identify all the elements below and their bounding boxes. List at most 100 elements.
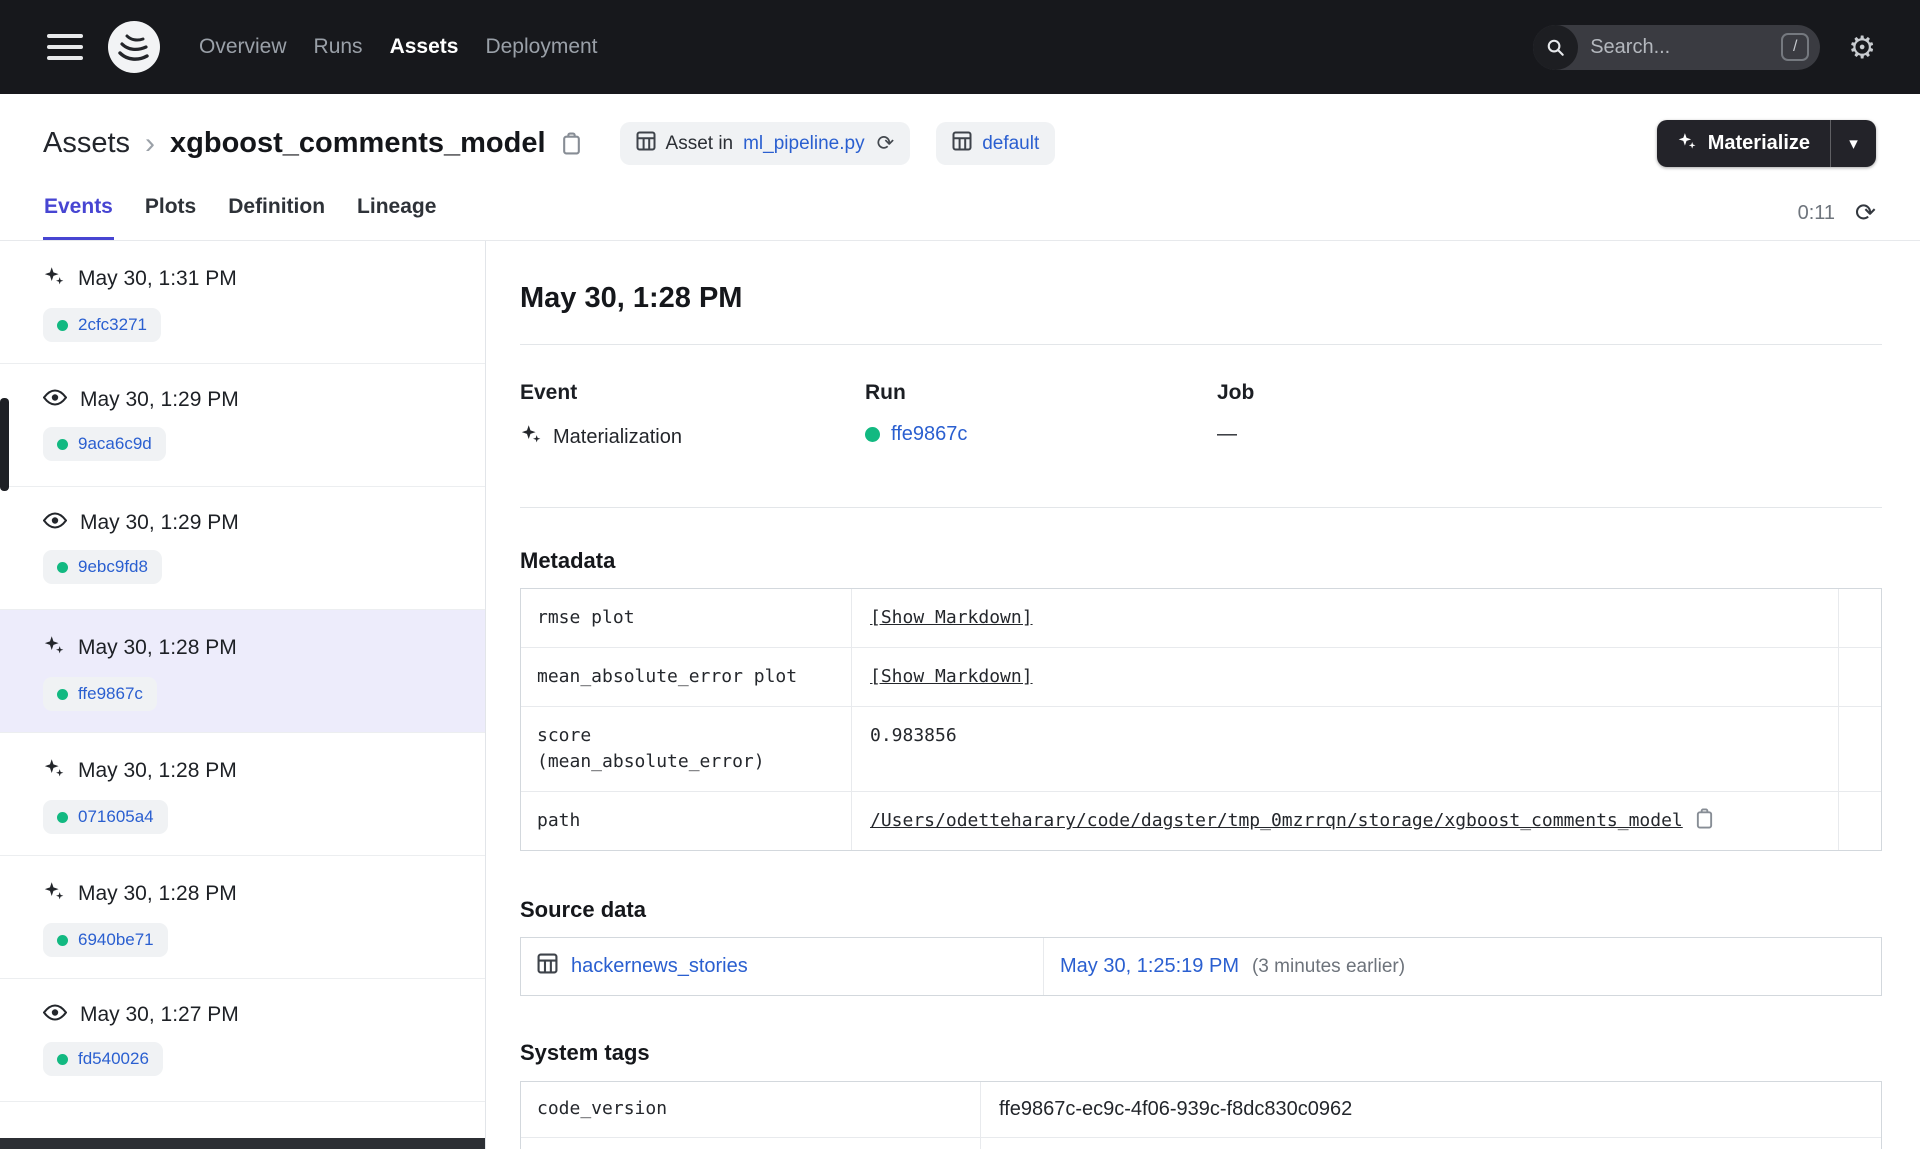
page-title: xgboost_comments_model [170,127,546,159]
run-id-link[interactable]: 2cfc3271 [78,315,147,335]
event-label: Event [520,381,578,404]
event-list-item[interactable]: May 30, 1:28 PM 071605a4 [0,733,485,856]
chevron-down-icon: ▾ [1849,133,1858,153]
run-link-chip[interactable]: ffe9867c [43,677,157,711]
tag-value: ffe9867c-ec9c-4f06-939c-f8dc830c0962 [999,1098,1353,1121]
tab-lineage[interactable]: Lineage [356,195,437,240]
horizontal-scrollbar[interactable] [0,1138,485,1149]
dagster-logo[interactable] [107,20,161,74]
search-icon[interactable] [1533,24,1579,70]
nav-item-assets[interactable]: Assets [390,35,459,59]
table-row: path /Users/odetteharary/code/dagster/tm… [521,792,1881,851]
materialize-sparkle-icon [1677,131,1697,157]
materialization-sparkle-icon [43,757,65,785]
run-status-dot [57,561,68,573]
run-link-chip[interactable]: 2cfc3271 [43,308,161,342]
show-markdown-link[interactable]: [Show Markdown] [870,664,1033,690]
event-detail-panel: May 30, 1:28 PM Event Materialization Ru… [486,241,1920,1149]
tab-plots[interactable]: Plots [144,195,197,240]
event-list-item[interactable]: May 30, 1:29 PM 9ebc9fd8 [0,487,485,610]
search-shortcut-key: / [1781,33,1810,61]
event-list-item[interactable]: May 30, 1:29 PM 9aca6c9d [0,364,485,487]
run-link-chip[interactable]: 071605a4 [43,800,168,834]
breadcrumb-separator: › [145,126,156,160]
event-list-item-selected[interactable]: May 30, 1:28 PM ffe9867c [0,610,485,733]
job-label: Job [1217,381,1255,404]
materialize-dropdown-button[interactable]: ▾ [1830,120,1876,167]
primary-nav: Overview Runs Assets Deployment [199,35,598,59]
show-markdown-link[interactable]: [Show Markdown] [870,605,1033,631]
run-link-chip[interactable]: 9aca6c9d [43,427,166,461]
run-id-link[interactable]: fd540026 [78,1049,149,1069]
run-link-chip[interactable]: 6940be71 [43,923,168,957]
materialize-button[interactable]: Materialize [1656,120,1830,167]
group-grid-icon [952,131,972,157]
divider [520,507,1882,508]
asset-group-chip[interactable]: default [936,122,1056,165]
tab-events[interactable]: Events [43,195,114,240]
source-asset-link[interactable]: hackernews_stories [571,955,748,978]
event-time: May 30, 1:29 PM [80,388,239,411]
job-value: — [1217,423,1237,445]
run-link-chip[interactable]: fd540026 [43,1042,163,1076]
event-list-item[interactable]: May 30, 1:31 PM 2cfc3271 [0,241,485,364]
metadata-table: rmse plot [Show Markdown] mean_absolute_… [520,588,1882,852]
table-grid-icon [636,131,656,157]
materialize-label: Materialize [1707,132,1810,154]
nav-item-overview[interactable]: Overview [199,35,287,59]
event-time: May 30, 1:28 PM [78,759,237,782]
run-link-chip[interactable]: 9ebc9fd8 [43,550,162,584]
run-status-dot [57,688,68,700]
run-id-link[interactable]: ffe9867c [891,423,967,446]
run-id-link[interactable]: 9ebc9fd8 [78,557,148,577]
run-id-link[interactable]: 6940be71 [78,930,154,950]
table-row: rmse plot [Show Markdown] [521,589,1881,649]
event-detail-title: May 30, 1:28 PM [520,282,743,314]
run-id-link[interactable]: 071605a4 [78,807,154,827]
refresh-icon[interactable]: ⟳ [1855,201,1876,226]
vertical-scrollbar-thumb[interactable] [0,398,9,491]
copy-path-icon[interactable] [1695,808,1714,829]
group-default-link[interactable]: default [982,133,1039,155]
table-grid-icon [537,953,558,980]
source-data-section-title: Source data [520,897,646,923]
copy-asset-name-icon[interactable] [561,132,582,155]
run-status-dot [57,319,68,331]
event-list-item[interactable]: May 30, 1:28 PM 6940be71 [0,856,485,979]
metadata-action-cell [1839,707,1881,791]
tab-definition[interactable]: Definition [227,195,326,240]
observation-eye-icon [42,388,68,412]
event-time: May 30, 1:31 PM [78,267,237,290]
event-time: May 30, 1:28 PM [78,636,237,659]
materialize-split-button: Materialize ▾ [1656,120,1876,167]
search-input[interactable] [1578,35,1782,59]
event-list-item[interactable]: May 30, 1:27 PM fd540026 [0,979,485,1102]
run-id-link[interactable]: 9aca6c9d [78,434,152,454]
metadata-key: score (mean_absolute_error) [521,707,852,792]
metadata-action-cell [1839,792,1881,850]
materialization-sparkle-icon [43,880,65,908]
tag-key [521,1138,981,1149]
nav-item-deployment[interactable]: Deployment [485,35,597,59]
page-header: Assets › xgboost_comments_model Asset in [0,94,1920,167]
tag-key: code_version [521,1082,981,1138]
pipeline-file-link[interactable]: ml_pipeline.py [743,133,864,155]
source-timestamp-link[interactable]: May 30, 1:25:19 PM [1060,955,1239,978]
table-row: mean_absolute_error plot [Show Markdown] [521,648,1881,708]
path-link[interactable]: /Users/odetteharary/code/dagster/tmp_0mz… [870,808,1683,834]
table-row: score (mean_absolute_error) 0.983856 [521,707,1881,793]
event-type-value: Materialization [553,425,682,448]
gear-icon[interactable]: ⚙ [1848,32,1876,63]
metadata-action-cell [1839,589,1881,647]
nav-item-runs[interactable]: Runs [314,35,363,59]
materialization-sparkle-icon [43,265,65,293]
refresh-timer: 0:11 [1797,202,1836,224]
run-id-link[interactable]: ffe9867c [78,684,143,704]
breadcrumb-assets-link[interactable]: Assets [43,127,130,160]
hamburger-menu-icon[interactable] [47,34,83,60]
global-search[interactable]: / [1533,24,1821,70]
asset-location-chip[interactable]: Asset in ml_pipeline.py ⟳ [619,122,911,165]
reload-definitions-icon[interactable]: ⟳ [877,131,895,156]
table-row [521,1138,1881,1149]
top-navbar: Overview Runs Assets Deployment / ⚙ [0,0,1920,94]
